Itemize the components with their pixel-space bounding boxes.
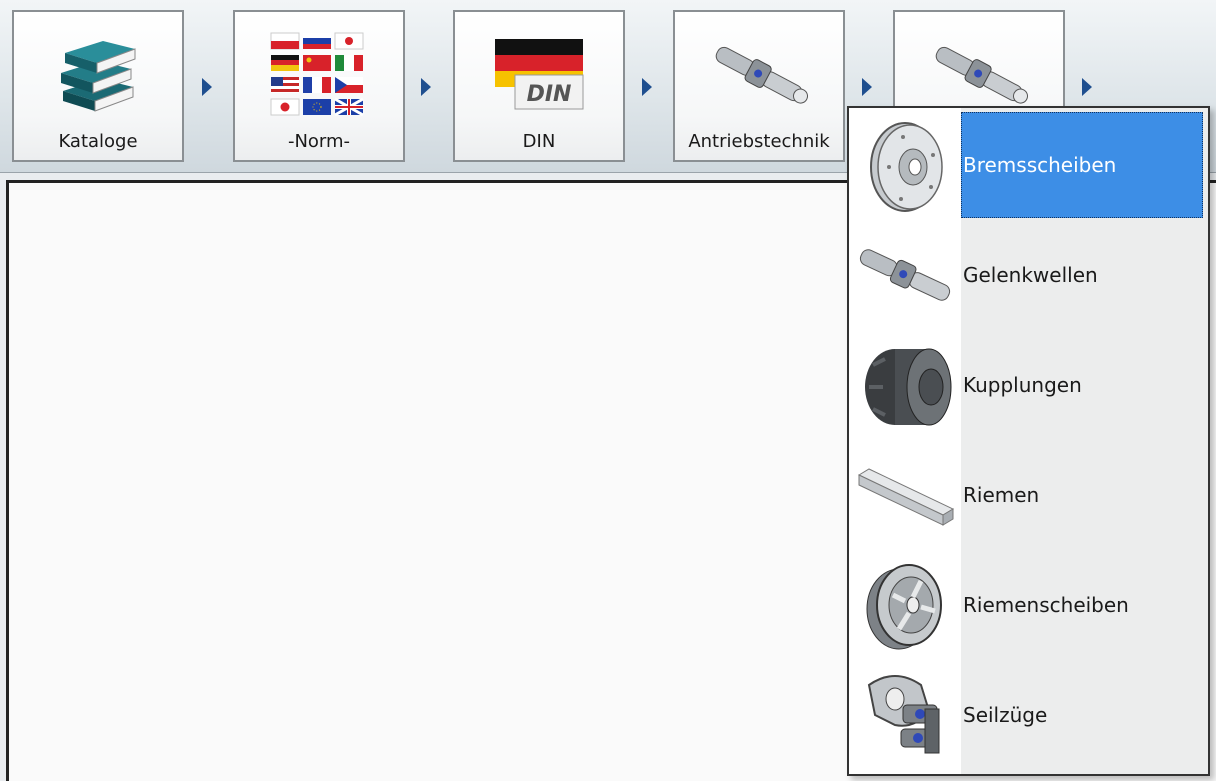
breadcrumb-label: -Norm- — [287, 131, 351, 152]
brake-disc-icon — [870, 122, 943, 212]
breadcrumb-arrow-icon[interactable] — [421, 78, 431, 96]
breadcrumb-tile-din[interactable]: DIN DIN — [453, 10, 625, 162]
breadcrumb-tile-antriebstechnik[interactable]: Antriebstechnik — [673, 10, 845, 162]
breadcrumb-arrow-icon[interactable] — [642, 78, 652, 96]
breadcrumb-label: DIN — [522, 131, 556, 152]
breadcrumb-label: Kataloge — [58, 131, 138, 152]
breadcrumb-arrow-icon[interactable] — [202, 78, 212, 96]
din-flag-icon: DIN — [495, 39, 584, 110]
flags-icon — [270, 32, 364, 117]
breadcrumb-label: Antriebstechnik — [688, 131, 830, 152]
breadcrumb-tile-kataloge[interactable]: Kataloge — [12, 10, 184, 162]
menu-item-gelenkwellen[interactable]: Gelenkwellen — [849, 220, 1208, 330]
menu-item-riemen[interactable]: Riemen — [849, 440, 1208, 550]
menu-item-label: Riemenscheiben — [963, 593, 1129, 617]
coupling-icon — [865, 348, 952, 426]
menu-item-label: Seilzüge — [963, 703, 1048, 727]
breadcrumb-arrow-icon[interactable] — [1082, 78, 1092, 96]
category-dropdown-menu: Bremsscheiben Gelenkwellen Kupplungen Ri… — [847, 106, 1210, 776]
menu-item-label: Bremsscheiben — [963, 153, 1117, 177]
menu-item-label: Kupplungen — [963, 373, 1082, 397]
svg-text:DIN: DIN — [527, 82, 572, 107]
breadcrumb-arrow-icon[interactable] — [862, 78, 872, 96]
menu-item-bremsscheiben[interactable]: Bremsscheiben — [849, 110, 1208, 220]
cable-pull-icon — [867, 675, 940, 754]
menu-item-kupplungen[interactable]: Kupplungen — [849, 330, 1208, 440]
cardan-shaft-icon — [935, 46, 1028, 104]
breadcrumb-tile-norm[interactable]: -Norm- — [233, 10, 405, 162]
cardan-shaft-icon — [859, 249, 951, 301]
pulley-icon — [866, 564, 942, 650]
menu-item-seilzuege[interactable]: Seilzüge — [849, 660, 1208, 770]
books-icon — [61, 41, 136, 112]
cardan-shaft-icon — [715, 46, 808, 104]
menu-item-label: Gelenkwellen — [963, 263, 1098, 287]
belt-icon — [857, 468, 955, 526]
menu-item-riemenscheiben[interactable]: Riemenscheiben — [849, 550, 1208, 660]
menu-item-label: Riemen — [963, 483, 1040, 507]
